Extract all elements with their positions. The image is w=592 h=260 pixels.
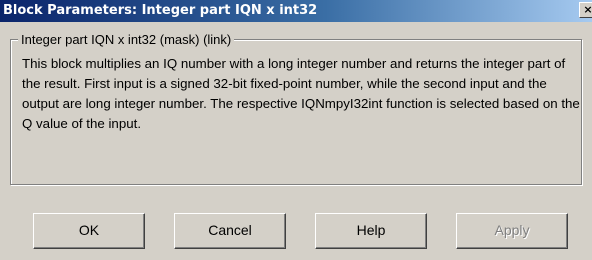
block-description: This block multiplies an IQ number with …	[22, 56, 580, 131]
apply-button[interactable]: Apply	[456, 213, 568, 249]
group-legend: Integer part IQN x int32 (mask) (link)	[18, 32, 235, 47]
title-bar[interactable]: Block Parameters: Integer part IQN x int…	[0, 0, 592, 22]
window-title: Block Parameters: Integer part IQN x int…	[3, 3, 318, 18]
close-icon[interactable]: ×	[579, 2, 592, 18]
block-parameters-dialog: Block Parameters: Integer part IQN x int…	[0, 0, 592, 260]
ok-button[interactable]: OK	[33, 213, 145, 249]
help-button[interactable]: Help	[315, 213, 427, 249]
cancel-button[interactable]: Cancel	[174, 213, 286, 249]
